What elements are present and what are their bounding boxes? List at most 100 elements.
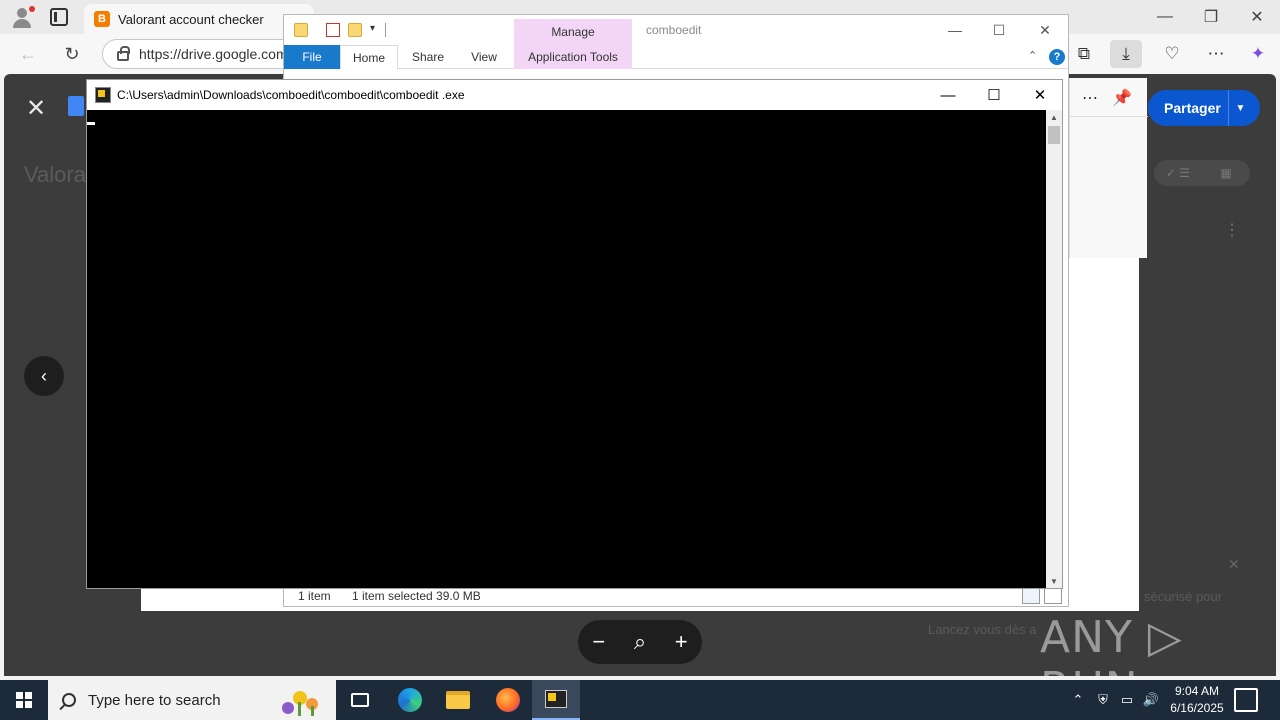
dim-text-2: Lancez vous dès a <box>928 622 1037 637</box>
details-view-icon[interactable] <box>1022 588 1040 604</box>
zoom-icon[interactable]: ⌕ <box>634 629 646 655</box>
explorer-titlebar: ▾ Manage comboedit — ☐ ✕ <box>284 15 1068 45</box>
previous-button[interactable]: ‹ <box>24 356 64 396</box>
explorer-maximize-button[interactable]: ☐ <box>976 15 1022 45</box>
console-maximize-button[interactable]: ☐ <box>971 80 1017 110</box>
folder-icon <box>294 23 308 37</box>
separator <box>385 23 386 37</box>
dim-text-1: sécurisé pour <box>1144 589 1223 604</box>
start-button[interactable] <box>0 680 48 720</box>
text-cursor <box>87 122 95 125</box>
more-menu-icon[interactable]: ⋯ <box>1200 40 1232 68</box>
zoom-out-button[interactable]: − <box>592 629 605 655</box>
profile-icon[interactable] <box>8 4 36 30</box>
notification-icon[interactable] <box>1234 688 1258 712</box>
tab-actions-icon[interactable] <box>50 8 68 26</box>
task-view-icon <box>351 693 369 707</box>
explorer-minimize-button[interactable]: — <box>932 15 978 45</box>
taskbar: Type here to search ⌃ ⛨ ▭ 🔊 9:04 AM 6/16… <box>0 680 1280 720</box>
zoom-controls: − ⌕ + <box>578 620 702 664</box>
divider <box>1070 116 1148 117</box>
tab-share[interactable]: Share <box>404 45 452 69</box>
list-view-icon[interactable]: ✓ ☰ <box>1154 160 1202 186</box>
edge-icon <box>398 688 422 712</box>
volume-icon[interactable]: 🔊 <box>1140 680 1162 720</box>
view-toggle[interactable]: ✓ ☰ ▦ <box>1154 160 1250 186</box>
share-label: Partager <box>1164 100 1221 116</box>
browser-essentials-icon[interactable]: ♡ <box>1156 40 1188 68</box>
taskbar-clock[interactable]: 9:04 AM 6/16/2025 <box>1162 683 1232 717</box>
more-vert-icon[interactable]: ⋮ <box>1224 220 1240 240</box>
explorer-close-button[interactable]: ✕ <box>1022 15 1068 45</box>
taskbar-edge[interactable] <box>386 680 434 720</box>
blogger-icon: B <box>94 11 110 27</box>
chevron-up-icon[interactable]: ⌃ <box>1028 49 1037 62</box>
scroll-thumb[interactable] <box>1048 126 1060 144</box>
console-scrollbar[interactable]: ▲ ▼ <box>1046 110 1062 588</box>
grid-view-icon[interactable]: ▦ <box>1202 160 1250 186</box>
clock-time: 9:04 AM <box>1174 684 1220 698</box>
search-highlight-flowers-icon <box>282 691 318 716</box>
status-item-count: 1 item <box>298 589 331 603</box>
watermark-logo: ANY ▷ RUN <box>1040 612 1183 676</box>
copilot-icon[interactable]: ✦ <box>1242 40 1274 68</box>
large-icons-view-icon[interactable] <box>1044 588 1062 604</box>
browser-restore-button[interactable]: ❐ <box>1188 0 1234 34</box>
manage-tab[interactable]: Manage <box>514 19 632 45</box>
tab-file[interactable]: File <box>284 45 340 69</box>
taskbar-file-explorer[interactable] <box>434 680 482 720</box>
lock-icon <box>117 46 130 61</box>
tab-view[interactable]: View <box>460 45 508 69</box>
chevron-down-icon[interactable]: ▼ <box>1228 90 1252 126</box>
taskbar-search[interactable]: Type here to search <box>48 680 336 720</box>
properties-icon[interactable] <box>326 23 340 37</box>
search-icon <box>62 693 76 707</box>
browser-tab-active[interactable]: B Valorant account checker <box>84 4 314 34</box>
collections-icon[interactable]: ⧉ <box>1068 40 1100 68</box>
console-title: C:\Users\admin\Downloads\comboedit\combo… <box>117 88 465 102</box>
close-icon[interactable]: ✕ <box>22 94 50 122</box>
console-icon <box>95 87 111 103</box>
browser-tab-title: Valorant account checker <box>118 11 264 27</box>
quick-access-dropdown-icon[interactable]: ▾ <box>370 23 375 34</box>
browser-close-button[interactable]: ✕ <box>1234 0 1280 34</box>
tab-home[interactable]: Home <box>340 45 398 69</box>
taskbar-firefox[interactable] <box>484 680 532 720</box>
search-placeholder: Type here to search <box>88 691 221 709</box>
file-explorer-icon <box>446 691 470 709</box>
tray-overflow-icon[interactable]: ⌃ <box>1068 680 1088 720</box>
document-icon <box>68 96 84 116</box>
explorer-window-name: comboedit <box>646 23 702 37</box>
pin-icon[interactable]: 📌 <box>1108 86 1136 110</box>
clock-date: 6/16/2025 <box>1170 701 1224 715</box>
console-app-icon <box>545 690 567 708</box>
console-close-button[interactable]: ✕ <box>1017 80 1063 110</box>
back-arrow-icon[interactable]: ← <box>14 42 42 66</box>
task-view-button[interactable] <box>336 680 384 720</box>
windows-logo-icon <box>16 692 32 708</box>
console-minimize-button[interactable]: — <box>925 80 971 110</box>
taskbar-console[interactable] <box>532 680 580 720</box>
scroll-up-icon[interactable]: ▲ <box>1046 110 1062 124</box>
new-folder-icon[interactable] <box>348 23 362 37</box>
zoom-in-button[interactable]: + <box>675 629 688 655</box>
browser-minimize-button[interactable]: — <box>1142 0 1188 34</box>
status-selection: 1 item selected 39.0 MB <box>352 589 481 603</box>
console-titlebar: C:\Users\admin\Downloads\comboedit\combo… <box>87 80 1062 110</box>
tab-application-tools[interactable]: Application Tools <box>514 45 632 69</box>
share-button[interactable]: Partager ▼ <box>1148 90 1260 126</box>
ribbon-tabs: File Home Share View Application Tools ⌃… <box>284 45 1068 69</box>
document-page-edge <box>1069 258 1139 611</box>
dismiss-icon[interactable]: ✕ <box>1228 556 1240 573</box>
refresh-icon[interactable]: ↻ <box>58 42 86 66</box>
more-icon[interactable]: ⋯ <box>1076 86 1104 110</box>
help-icon[interactable]: ? <box>1049 49 1065 65</box>
scroll-down-icon[interactable]: ▼ <box>1046 574 1062 588</box>
security-icon[interactable]: ⛨ <box>1092 680 1114 720</box>
address-text: https://drive.google.com <box>139 46 288 62</box>
address-bar[interactable]: https://drive.google.com <box>102 39 302 69</box>
firefox-icon <box>496 688 520 712</box>
console-output[interactable] <box>87 110 1046 588</box>
network-icon[interactable]: ▭ <box>1116 680 1138 720</box>
downloads-icon[interactable]: ⤓ <box>1110 40 1142 68</box>
